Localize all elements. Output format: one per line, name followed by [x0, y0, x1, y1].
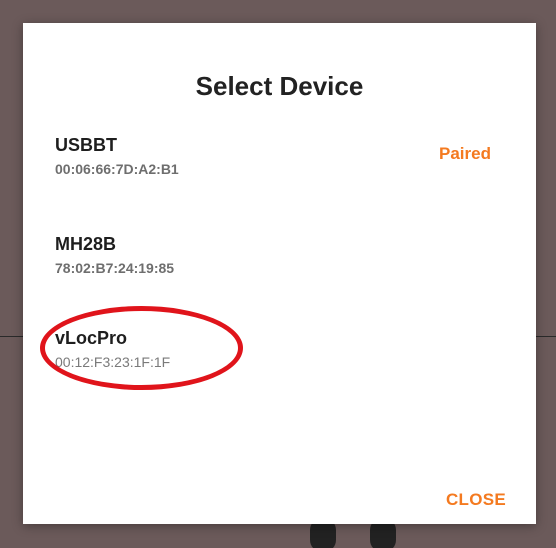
device-item-usbbt[interactable]: USBBT 00:06:66:7D:A2:B1 Paired: [55, 134, 505, 178]
close-button[interactable]: CLOSE: [446, 490, 506, 510]
select-device-dialog: Select Device USBBT 00:06:66:7D:A2:B1 Pa…: [23, 23, 536, 524]
device-name: USBBT: [55, 135, 117, 155]
device-item-mh28b[interactable]: MH28B 78:02:B7:24:19:85: [55, 233, 505, 277]
device-name: vLocPro: [55, 328, 128, 348]
device-address: 00:06:66:7D:A2:B1: [55, 161, 179, 177]
device-address: 78:02:B7:24:19:85: [55, 260, 175, 276]
device-item-vlocpro[interactable]: vLocPro 00:12:F3:23:1F:1F: [55, 327, 505, 371]
dialog-title: Select Device: [195, 71, 364, 101]
paired-status-label: Paired: [439, 144, 491, 163]
device-name: MH28B: [55, 234, 117, 254]
device-address: 00:12:F3:23:1F:1F: [55, 354, 171, 370]
